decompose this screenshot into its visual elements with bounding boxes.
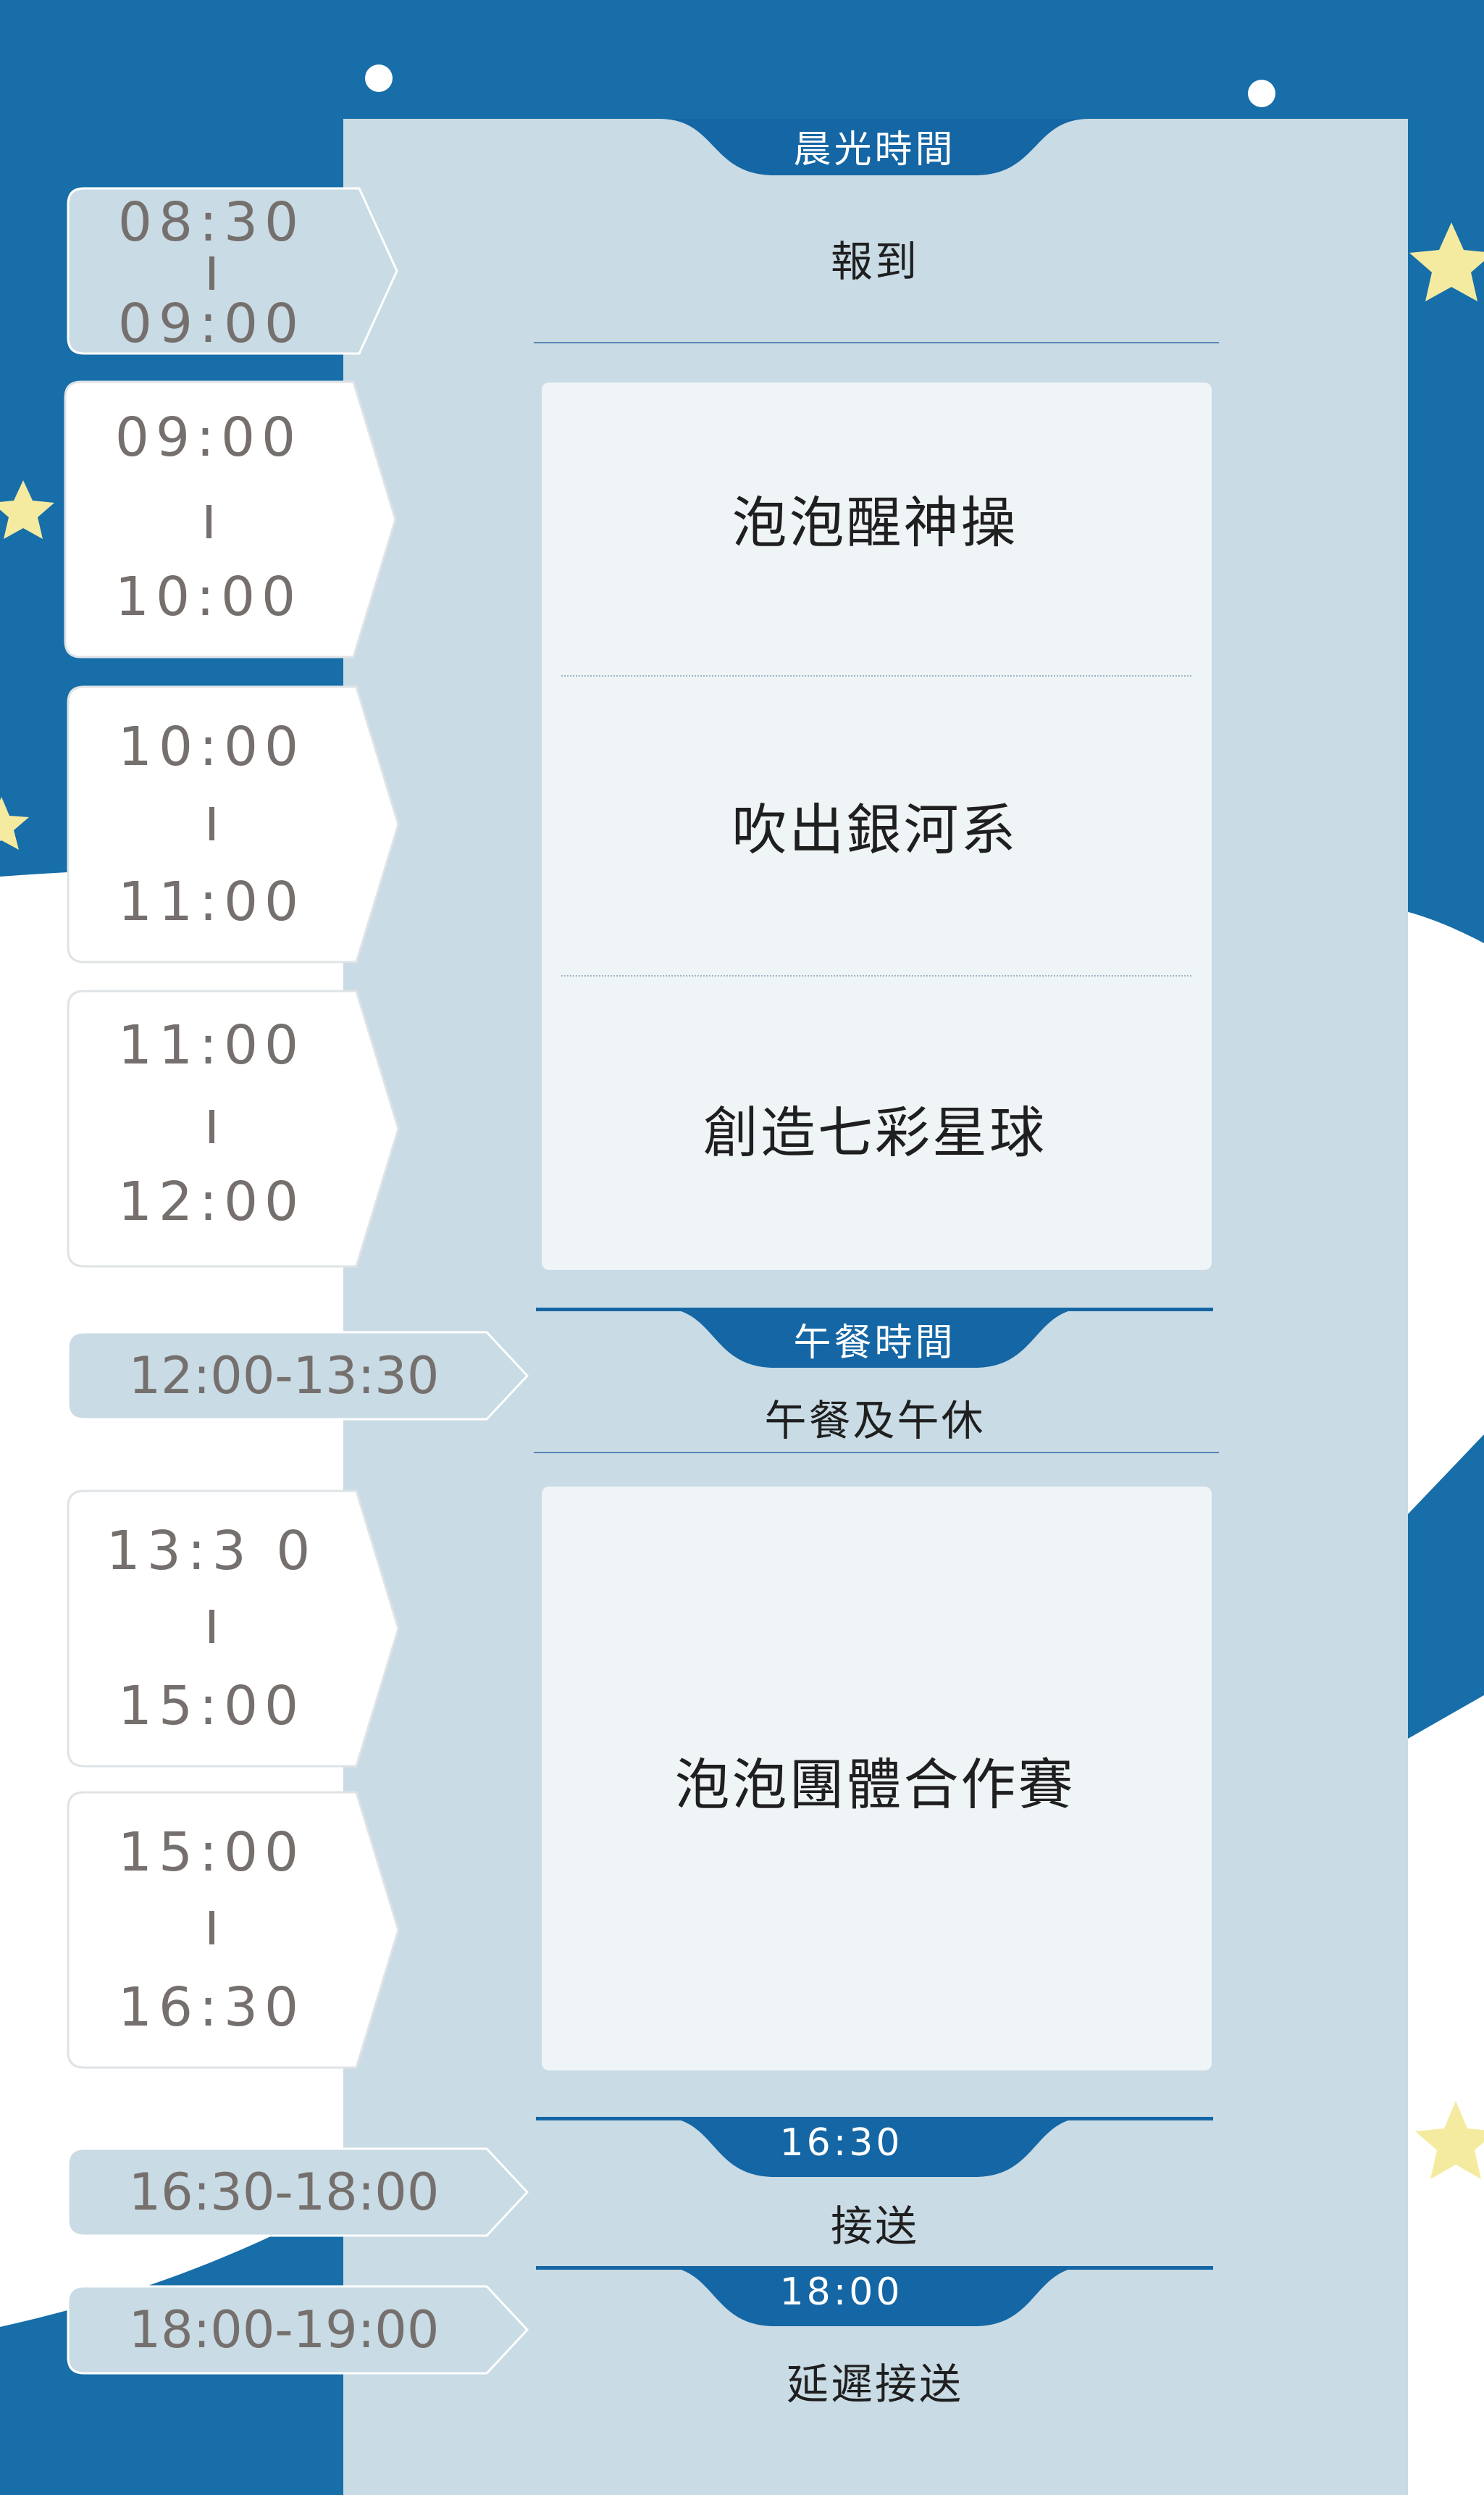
time-badge-wide: 18:00-19:00	[67, 2285, 530, 2375]
activity-divider	[561, 675, 1191, 677]
schedule-page: 晨光時間 報到 泡泡醒神操 吹出銀河系 創造七彩星球 午餐時間 午餐及午休 泡泡…	[0, 0, 1484, 2495]
moon-dot	[365, 64, 393, 92]
time-end: 09:00	[117, 293, 306, 355]
time-separator	[206, 505, 211, 538]
time-separator	[209, 1110, 214, 1143]
time-separator	[209, 807, 214, 840]
activity-divider	[561, 975, 1191, 977]
section-divider	[534, 1452, 1219, 1453]
late-pickup-tab: 18:00	[536, 2266, 1213, 2346]
time-badge-wide: 16:30-18:00	[67, 2147, 530, 2237]
header-label: 晨光時間	[793, 128, 956, 172]
moon-dot	[1248, 80, 1275, 107]
time-separator	[209, 256, 214, 290]
time-badge-wide: 12:00-13:30	[67, 1331, 530, 1421]
time-start: 08:30	[117, 191, 306, 254]
time-end: 11:00	[117, 871, 306, 933]
time-start: 09:00	[114, 406, 303, 469]
activity-team-game: 泡泡團體合作賽	[674, 1752, 1076, 1817]
time-range: 12:00-13:30	[128, 1346, 440, 1405]
late-pickup-tab-label: 18:00	[779, 2270, 903, 2314]
time-end: 16:30	[117, 1976, 306, 2039]
time-separator	[209, 1610, 214, 1643]
time-start: 13:3 0	[106, 1520, 317, 1582]
lunch-tab-label: 午餐時間	[793, 1321, 956, 1365]
time-range: 18:00-19:00	[128, 2300, 440, 2360]
time-badge: 13:3 0 15:00	[67, 1489, 407, 1768]
time-badge: 10:00 11:00	[67, 685, 407, 964]
time-separator	[209, 1911, 214, 1944]
time-range: 16:30-18:00	[128, 2162, 440, 2222]
time-start: 11:00	[117, 1014, 306, 1077]
section-divider	[534, 342, 1219, 343]
pickup-tab: 16:30	[536, 2117, 1213, 2197]
header-tab: 晨光時間	[536, 119, 1213, 198]
time-badge: 11:00 12:00	[67, 990, 407, 1268]
time-start: 10:00	[117, 716, 306, 778]
activity-lunch: 午餐及午休	[764, 1396, 986, 1445]
activity-pickup: 接送	[830, 2202, 919, 2251]
time-end: 10:00	[114, 566, 303, 628]
pickup-tab-label: 16:30	[779, 2121, 903, 2165]
activity-late-pickup: 延遲接送	[786, 2360, 963, 2409]
time-start: 15:00	[117, 1821, 306, 1884]
time-badge: 15:00 16:30	[67, 1791, 407, 2069]
activity-bubble-exercise: 泡泡醒神操	[731, 490, 1018, 555]
time-end: 15:00	[117, 1675, 306, 1737]
activity-blow-galaxy: 吹出銀河系	[731, 798, 1018, 862]
activity-create-planets: 創造七彩星球	[703, 1100, 1047, 1165]
time-badge: 08:30 09:00	[67, 187, 407, 355]
lunch-tab: 午餐時間	[536, 1308, 1213, 1387]
activity-checkin: 報到	[830, 237, 919, 286]
time-end: 12:00	[117, 1171, 306, 1233]
time-badge: 09:00 10:00	[64, 380, 404, 659]
